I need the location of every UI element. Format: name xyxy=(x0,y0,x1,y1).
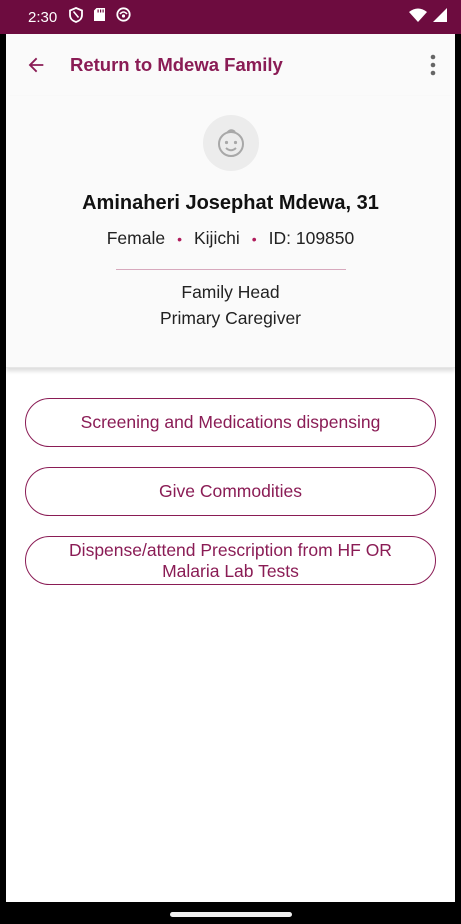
sd-card-icon xyxy=(93,7,106,27)
member-village: Kijichi xyxy=(194,228,240,248)
status-time: 2:30 xyxy=(28,8,58,26)
dispense-prescription-button[interactable]: Dispense/attend Prescription from HF OR … xyxy=(25,536,436,585)
member-id: ID: 109850 xyxy=(268,228,355,248)
divider xyxy=(116,269,346,270)
app-screen: Return to Mdewa Family Aminaheri Josepha… xyxy=(6,34,455,902)
shield-icon xyxy=(69,6,84,28)
system-navigation-bar xyxy=(0,902,461,924)
avatar xyxy=(203,115,259,171)
home-gesture-handle[interactable] xyxy=(170,912,292,917)
back-button[interactable] xyxy=(10,41,62,89)
screening-medications-button[interactable]: Screening and Medications dispensing xyxy=(25,398,436,447)
separator-dot: • xyxy=(251,230,257,247)
separator-dot: • xyxy=(177,230,182,247)
member-gender: Female xyxy=(106,228,166,248)
arrow-back-icon xyxy=(28,57,44,73)
signal-icon xyxy=(433,7,447,27)
member-role-family-head: Family Head xyxy=(181,282,280,302)
toolbar-title: Return to Mdewa Family xyxy=(70,54,283,75)
status-bar: 2:30 xyxy=(0,0,461,34)
more-vert-icon xyxy=(430,54,436,76)
app-notification-icon xyxy=(116,7,131,27)
give-commodities-button[interactable]: Give Commodities xyxy=(25,467,436,516)
member-meta: Female • Kijichi • ID: 109850 xyxy=(6,228,455,249)
member-role-primary-caregiver: Primary Caregiver xyxy=(160,308,301,328)
status-icons-right xyxy=(409,7,447,27)
toolbar: Return to Mdewa Family xyxy=(6,34,455,96)
baby-face-icon xyxy=(218,129,244,157)
overflow-menu-button[interactable] xyxy=(413,41,453,89)
member-name: Aminaheri Josephat Mdewa, 31 xyxy=(82,192,379,214)
member-profile-card: Aminaheri Josephat Mdewa, 31 Female • Ki… xyxy=(6,96,455,368)
action-list: Screening and Medications dispensing Giv… xyxy=(6,368,455,585)
wifi-icon xyxy=(409,8,427,27)
status-icons-left xyxy=(69,6,131,28)
